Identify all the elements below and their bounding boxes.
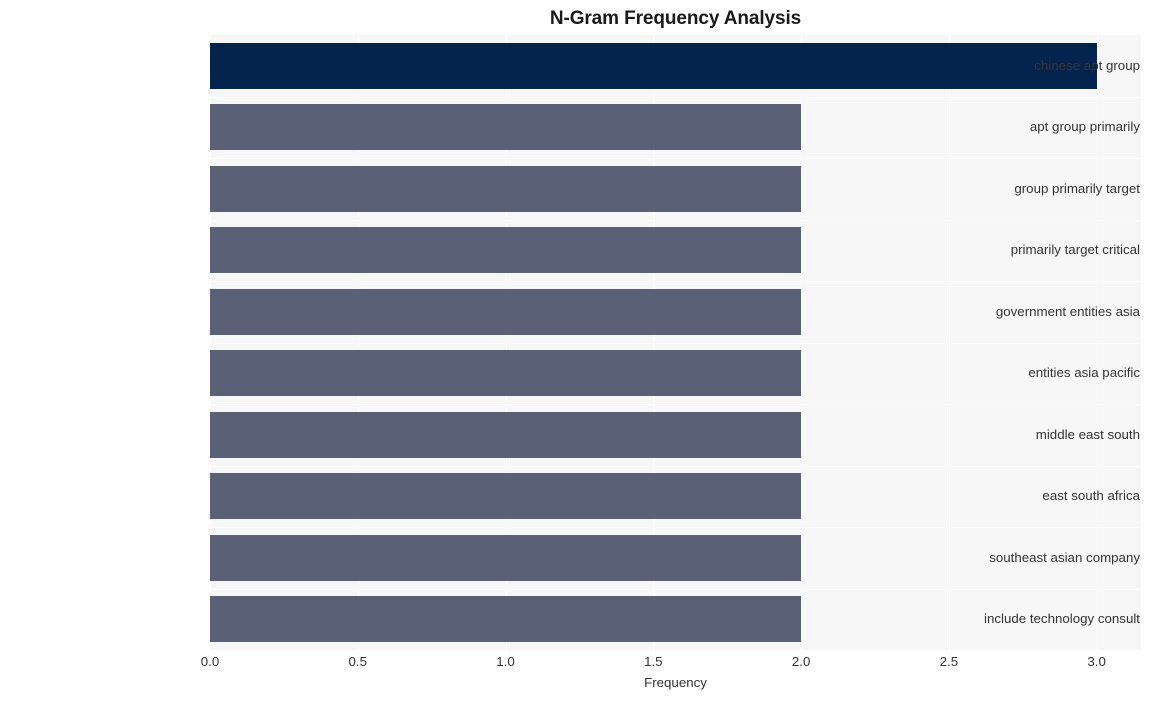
chart-figure: N-Gram Frequency Analysis chinese apt gr… xyxy=(0,0,1149,701)
y-gridline xyxy=(210,588,1141,590)
y-gridline xyxy=(210,158,1141,160)
y-gridline xyxy=(210,96,1141,98)
y-axis-tick-label: group primarily target xyxy=(1014,180,1140,196)
bar xyxy=(210,288,802,335)
y-axis-tick-label: east south africa xyxy=(1042,488,1140,504)
x-axis-tick-label: 0.5 xyxy=(348,654,368,669)
bar xyxy=(210,227,802,274)
x-axis-tick-label: 3.0 xyxy=(1087,654,1106,669)
x-axis-tick-label: 1.5 xyxy=(644,654,663,669)
y-gridline xyxy=(210,404,1141,406)
x-axis-label: Frequency xyxy=(644,675,707,690)
y-axis-tick-label: entities asia pacific xyxy=(1028,365,1140,381)
bar xyxy=(210,534,802,581)
y-gridline xyxy=(210,527,1141,529)
bar xyxy=(210,596,802,643)
y-axis-tick-label: primarily target critical xyxy=(1010,242,1140,258)
y-gridline xyxy=(210,465,1141,467)
y-axis-tick-label: southeast asian company xyxy=(989,549,1140,565)
y-axis-tick-label: include technology consult xyxy=(984,611,1140,627)
bar xyxy=(210,350,802,397)
y-axis-tick-label: apt group primarily xyxy=(1029,119,1140,135)
bar xyxy=(210,411,802,458)
bar xyxy=(210,165,802,212)
x-axis-tick-label: 2.5 xyxy=(939,654,959,669)
y-axis-tick-label: middle east south xyxy=(1035,426,1140,442)
bar xyxy=(210,104,802,151)
x-axis-tick-label: 1.0 xyxy=(496,654,515,669)
y-axis-tick-label: government entities asia xyxy=(995,303,1140,319)
y-axis-tick-label: chinese apt group xyxy=(1034,57,1140,73)
chart-title: N-Gram Frequency Analysis xyxy=(549,8,802,29)
y-gridline xyxy=(210,219,1141,221)
x-axis-tick-label: 2.0 xyxy=(791,654,811,669)
x-axis-tick-label: 0.0 xyxy=(200,654,220,669)
y-gridline xyxy=(210,342,1141,344)
y-gridline xyxy=(210,281,1141,283)
bar xyxy=(210,473,802,520)
